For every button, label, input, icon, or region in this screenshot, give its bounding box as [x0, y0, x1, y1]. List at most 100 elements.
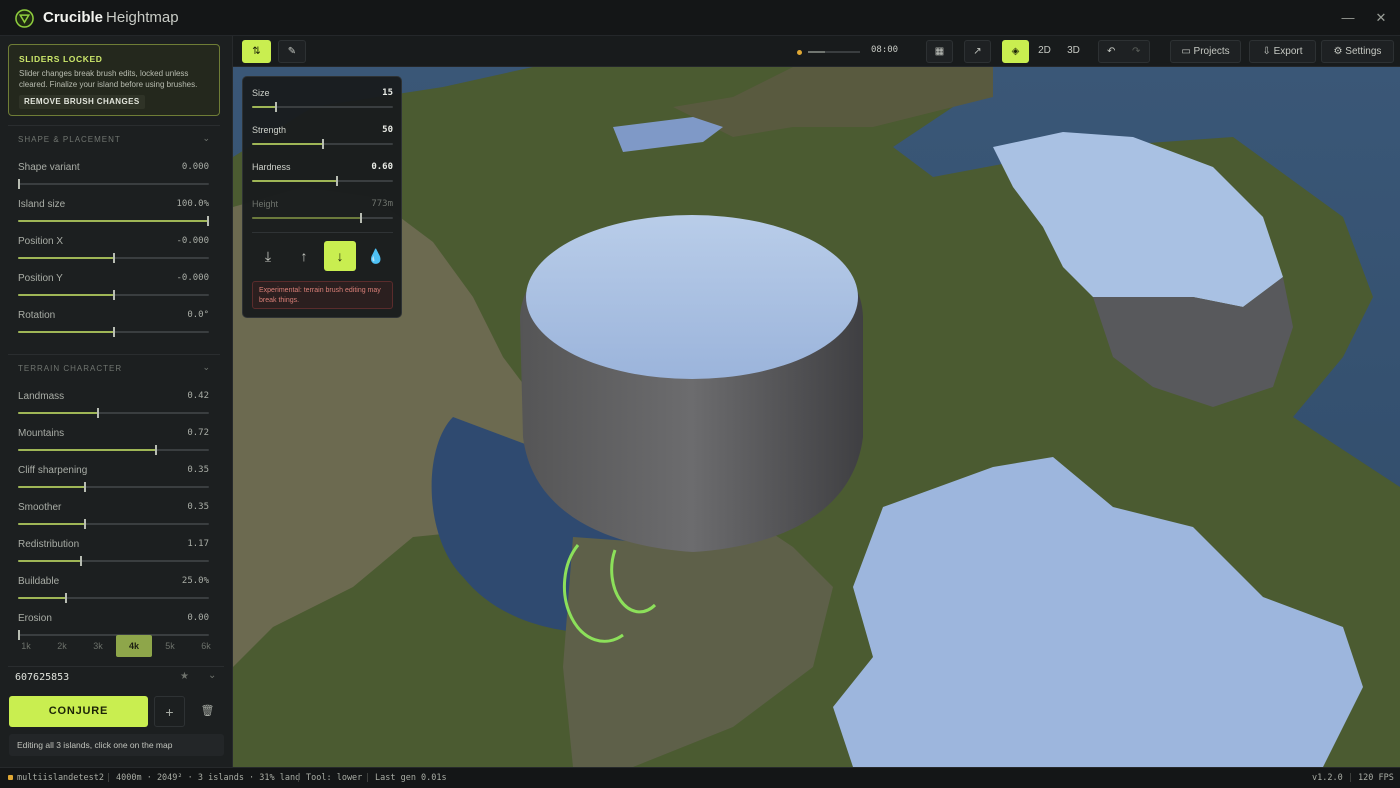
slider-fill — [18, 597, 66, 599]
projects-button[interactable]: ▭ Projects — [1170, 40, 1241, 63]
sidebar: SLIDERS LOCKED Slider changes break brus… — [0, 36, 233, 767]
param-value: 0.60 — [371, 162, 393, 172]
terrain-render[interactable] — [233, 67, 1400, 767]
brush-mode-flatten[interactable]: ⤓ — [252, 241, 284, 271]
resolution-4k[interactable]: 4k — [116, 635, 152, 657]
divider — [252, 232, 393, 233]
separator: | — [296, 773, 302, 783]
slider-handle[interactable] — [155, 445, 157, 455]
seed-value: 607625853 — [15, 672, 70, 683]
resolution-6k[interactable]: 6k — [188, 635, 224, 657]
close-icon[interactable]: ✕ — [1373, 10, 1389, 26]
param-slider[interactable] — [18, 519, 209, 529]
param-size: Size 15 — [252, 88, 393, 118]
param-slider[interactable] — [18, 327, 209, 337]
undo-icon[interactable]: ↶ — [1107, 41, 1115, 62]
param-slider[interactable] — [18, 290, 209, 300]
terrain-viewport[interactable] — [233, 67, 1400, 767]
cube-view-button[interactable]: ◈ — [1002, 40, 1029, 63]
export-button[interactable]: ⇩ Export — [1249, 40, 1316, 63]
slider-handle[interactable] — [65, 593, 67, 603]
param-label: Mountains — [18, 428, 65, 439]
param-value: -0.000 — [176, 236, 209, 246]
time-slider[interactable] — [808, 51, 860, 53]
resolution-1k[interactable]: 1k — [8, 635, 44, 657]
slider-handle[interactable] — [97, 408, 99, 418]
slider-handle[interactable] — [113, 253, 115, 263]
resolution-3k[interactable]: 3k — [80, 635, 116, 657]
param-hardness: Hardness 0.60 — [252, 162, 393, 192]
section-shape-placement[interactable]: SHAPE & PLACEMENT ⌄ — [8, 125, 220, 151]
separator: | — [106, 773, 112, 783]
param-slider[interactable] — [18, 445, 209, 455]
redo-icon[interactable]: ↷ — [1132, 41, 1140, 62]
brush-mode-lower[interactable]: ↓ — [324, 241, 356, 271]
param-slider[interactable] — [18, 408, 209, 418]
slider-handle[interactable] — [207, 216, 209, 226]
param-slider[interactable] — [252, 176, 393, 186]
crucible-logo-icon — [15, 9, 34, 28]
slider-handle[interactable] — [336, 176, 338, 186]
graph-button[interactable]: ↗ — [964, 40, 991, 63]
param-redistribution: Redistribution 1.17 — [18, 539, 209, 569]
param-label: Buildable — [18, 576, 60, 587]
param-slider[interactable] — [252, 139, 393, 149]
param-slider[interactable] — [18, 556, 209, 566]
app-title: Crucible Heightmap — [43, 9, 179, 26]
section-terrain-character[interactable]: TERRAIN CHARACTER ⌄ — [8, 354, 220, 380]
version: v1.2.0 — [1312, 773, 1343, 783]
folder-icon: ▭ — [1181, 46, 1194, 57]
brush-mode-raise[interactable]: ↑ — [288, 241, 320, 271]
param-slider[interactable] — [252, 102, 393, 112]
section-label: TERRAIN CHARACTER — [18, 364, 123, 373]
resolution-5k[interactable]: 5k — [152, 635, 188, 657]
slider-handle[interactable] — [80, 556, 82, 566]
param-slider[interactable] — [18, 482, 209, 492]
trash-icon[interactable]: 🗑 — [192, 696, 223, 727]
grid-toggle-button[interactable]: ▦ — [926, 40, 953, 63]
minimize-icon[interactable]: — — [1340, 10, 1356, 26]
add-button[interactable]: + — [154, 696, 185, 727]
slider-handle[interactable] — [84, 482, 86, 492]
param-slider[interactable] — [18, 216, 209, 226]
param-slider[interactable] — [18, 253, 209, 263]
chevron-down-icon[interactable]: ⌄ — [208, 670, 216, 681]
view-2d-button[interactable]: 2D — [1031, 40, 1058, 63]
slider-handle[interactable] — [360, 213, 362, 223]
sliders-locked-notice: SLIDERS LOCKED Slider changes break brus… — [8, 44, 220, 116]
slider-handle[interactable] — [322, 139, 324, 149]
param-slider[interactable] — [252, 213, 393, 223]
slider-handle[interactable] — [84, 519, 86, 529]
locked-text: Slider changes break brush edits, locked… — [19, 69, 198, 89]
sliders-tool-button[interactable]: ⇅ — [242, 40, 271, 63]
remove-brush-changes-button[interactable]: REMOVE BRUSH CHANGES — [19, 95, 145, 109]
param-landmass: Landmass 0.42 — [18, 391, 209, 421]
slider-handle[interactable] — [113, 327, 115, 337]
param-label: Hardness — [252, 162, 291, 172]
param-value: 0.35 — [187, 465, 209, 475]
slider-fill — [18, 220, 209, 222]
brush-mode-smooth[interactable]: 💧 — [360, 241, 392, 271]
param-mountains: Mountains 0.72 — [18, 428, 209, 458]
param-label: Island size — [18, 199, 66, 210]
param-value: 0.35 — [187, 502, 209, 512]
settings-button[interactable]: ⚙ Settings — [1321, 40, 1394, 63]
slider-handle[interactable] — [275, 102, 277, 112]
view-3d-button[interactable]: 3D — [1060, 40, 1087, 63]
fps-counter: 120 FPS — [1358, 773, 1394, 783]
seed-field[interactable]: 607625853 ★ ⌄ — [8, 666, 224, 688]
title-bar: Crucible Heightmap — ✕ — [0, 0, 1400, 36]
slider-handle[interactable] — [18, 179, 20, 189]
conjure-button[interactable]: CONJURE — [9, 696, 148, 727]
star-icon[interactable]: ★ — [180, 671, 189, 682]
param-label: Size — [252, 88, 270, 98]
slider-handle[interactable] — [113, 290, 115, 300]
param-label: Shape variant — [18, 162, 80, 173]
param-slider[interactable] — [18, 179, 209, 189]
undo-redo-group: ↶ ↷ — [1098, 40, 1150, 63]
param-slider[interactable] — [18, 593, 209, 603]
param-label: Smoother — [18, 502, 62, 513]
brush-tool-button[interactable]: ✎ — [278, 40, 306, 63]
param-value: 0.72 — [187, 428, 209, 438]
resolution-2k[interactable]: 2k — [44, 635, 80, 657]
